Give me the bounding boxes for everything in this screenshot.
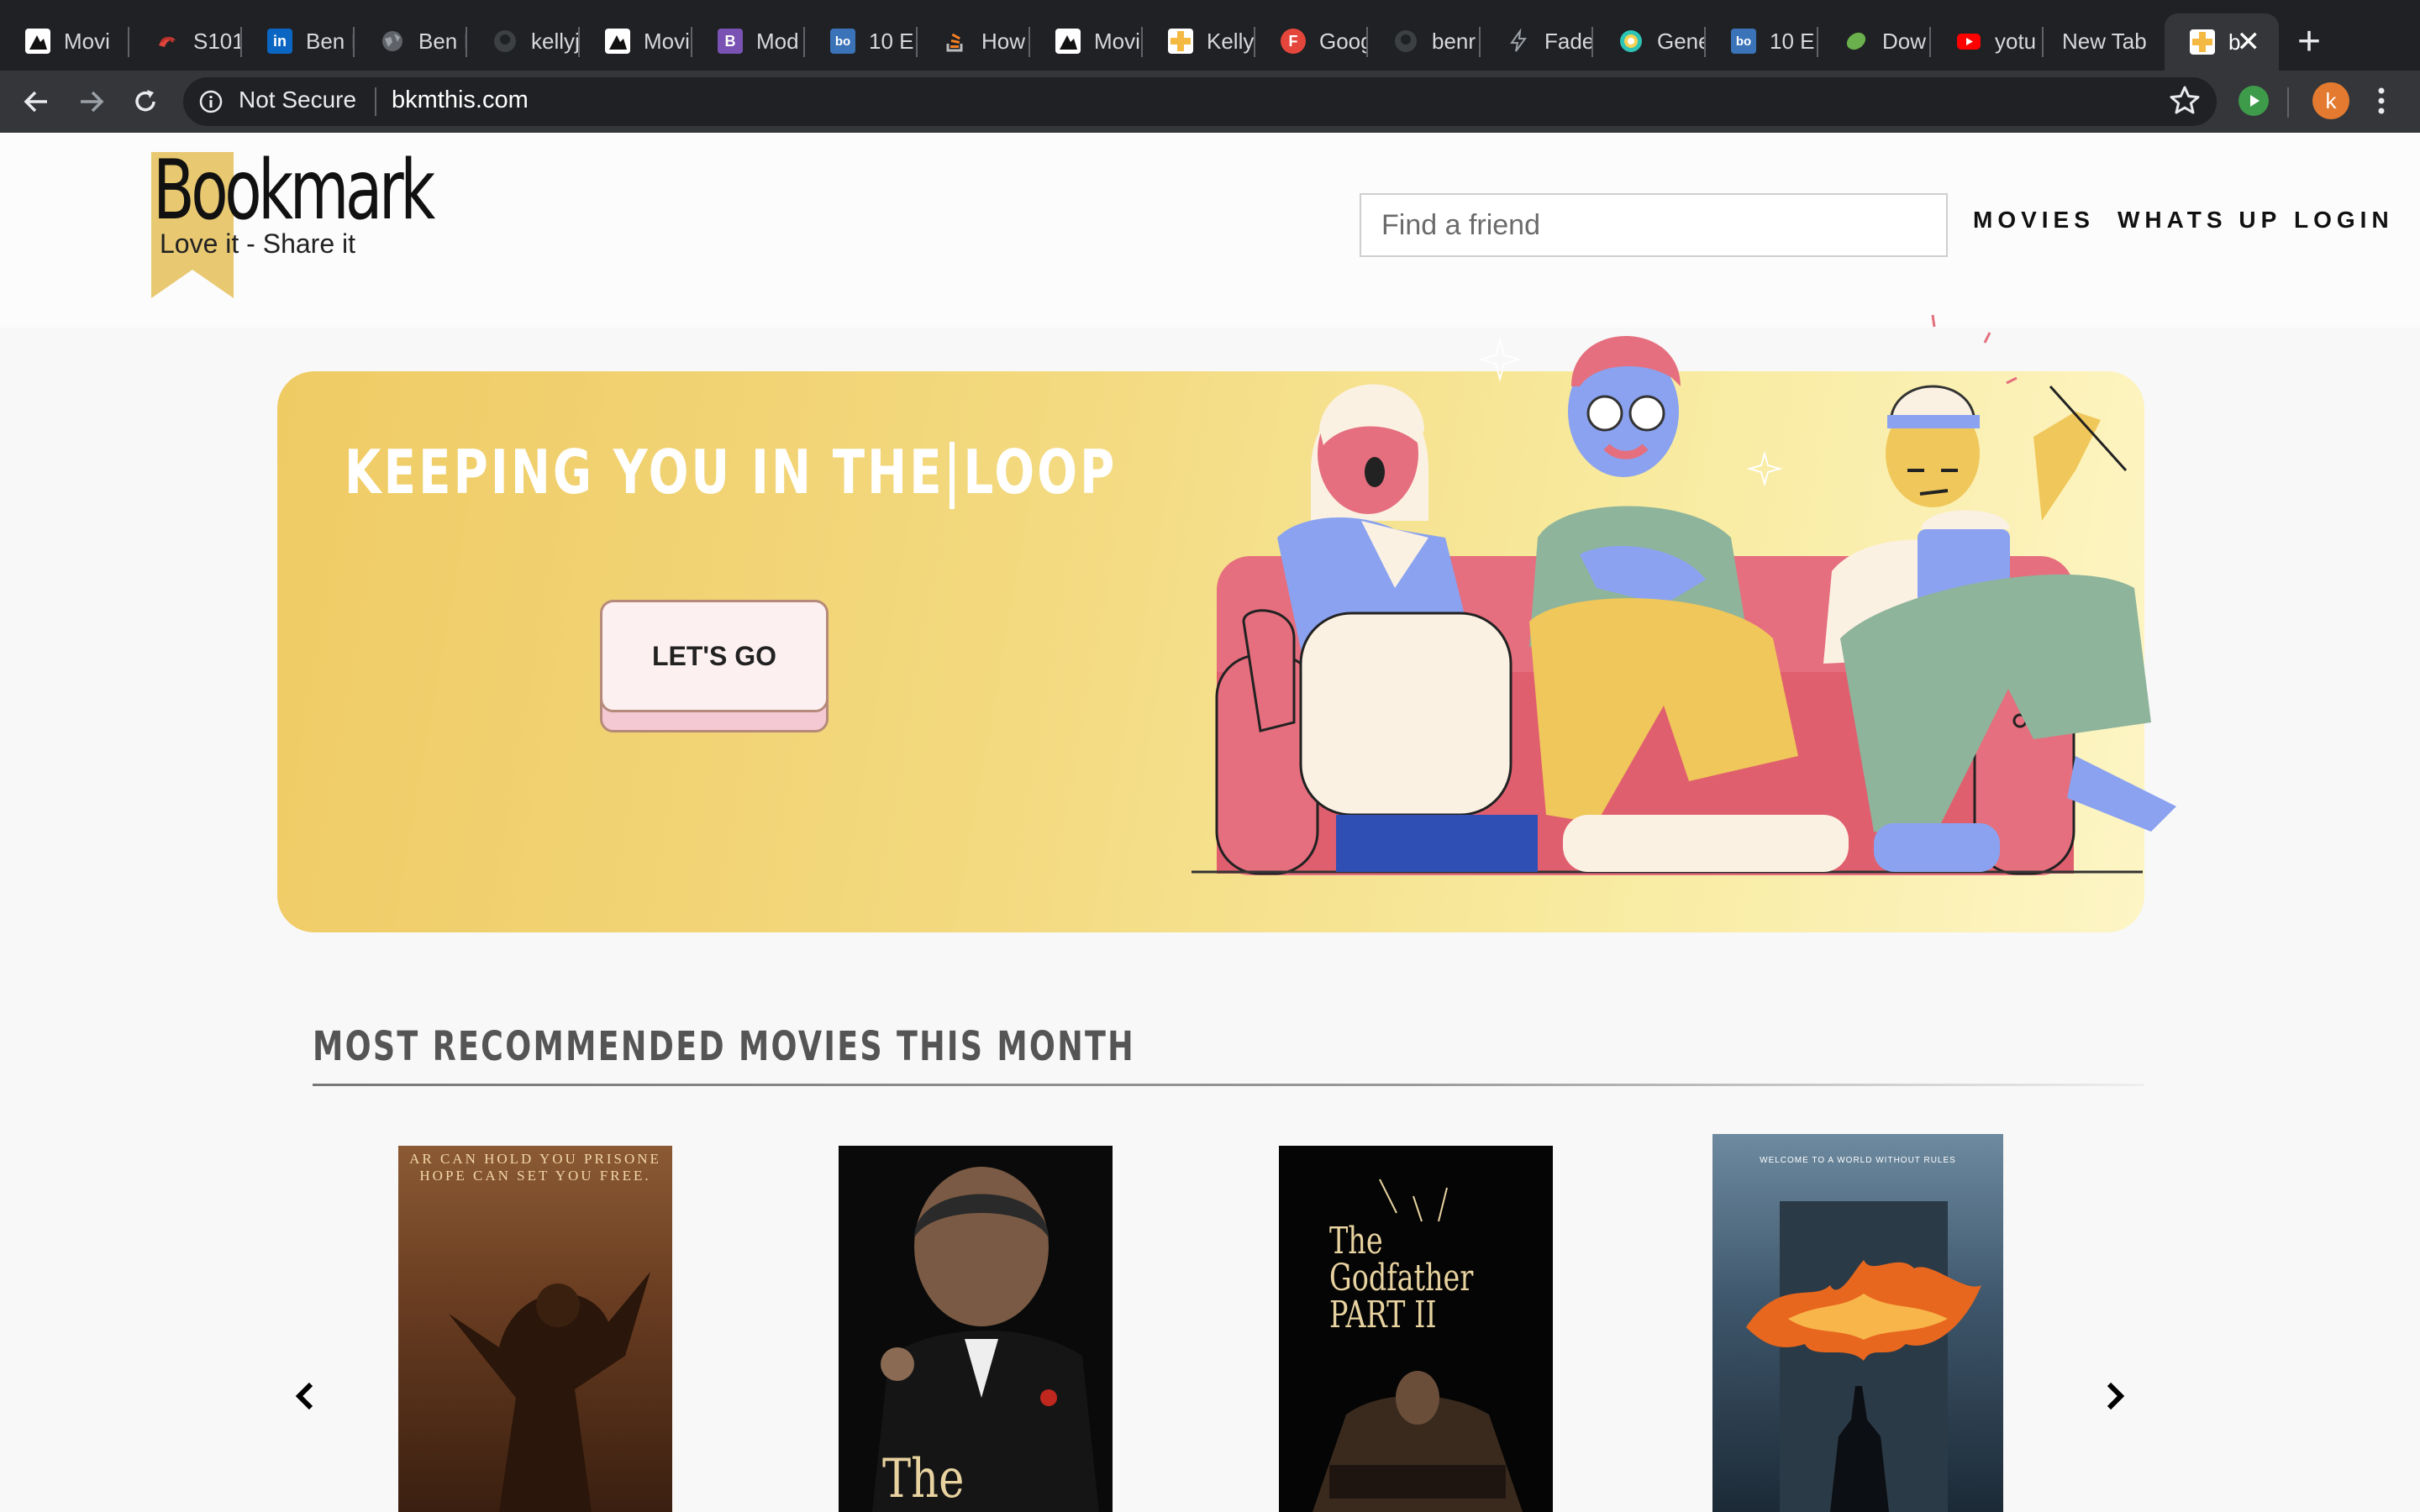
bootstrap-icon: B bbox=[718, 29, 743, 54]
browser-tab[interactable]: S101 bbox=[129, 15, 242, 67]
browser-tab[interactable]: Ben I bbox=[355, 15, 467, 67]
f-icon: F bbox=[1281, 29, 1306, 54]
find-friend-input[interactable] bbox=[1360, 193, 1948, 257]
carousel-prev-icon[interactable] bbox=[294, 1381, 314, 1411]
nav-login[interactable]: LOGIN bbox=[2294, 207, 2394, 234]
browser-tab[interactable]: Movi bbox=[0, 15, 129, 67]
poster-art bbox=[872, 1167, 1099, 1512]
browser-tab[interactable]: New Tab bbox=[2044, 15, 2165, 67]
typing-cursor bbox=[950, 442, 955, 509]
browser-tab[interactable]: Fade bbox=[1481, 15, 1593, 67]
browser-tab[interactable]: bo 10 E bbox=[805, 15, 918, 67]
movie-poster-godfather[interactable]: The bbox=[839, 1146, 1113, 1512]
new-tab-button[interactable]: + bbox=[2297, 18, 2321, 66]
bookmark-star-icon[interactable] bbox=[2168, 84, 2202, 118]
browser-tab[interactable]: yotu bbox=[1931, 15, 2044, 67]
tab-label: Movi bbox=[64, 28, 110, 54]
tab-label: How bbox=[981, 28, 1026, 54]
profile-avatar[interactable]: k bbox=[2312, 82, 2349, 119]
tab-label: 10 E bbox=[869, 28, 914, 54]
tab-label: Gene bbox=[1657, 28, 1706, 54]
poster-art bbox=[449, 1272, 650, 1512]
browser-tab[interactable]: Movi bbox=[580, 15, 692, 67]
stackoverflow-icon bbox=[943, 29, 968, 54]
info-icon[interactable] bbox=[198, 89, 224, 114]
tab-label: Ben I bbox=[418, 28, 467, 54]
tab-label: S101 bbox=[193, 28, 242, 54]
browser-tab[interactable]: Movi bbox=[1030, 15, 1143, 67]
film-icon bbox=[605, 29, 630, 54]
tab-label: New Tab bbox=[2062, 28, 2147, 54]
reload-icon bbox=[135, 90, 155, 112]
movie-poster-godfather-part-ii[interactable]: The Godfather PART II bbox=[1279, 1146, 1553, 1512]
github-icon bbox=[492, 29, 518, 54]
movie-poster-shawshank[interactable]: AR CAN HOLD YOU PRISONE HOPE CAN SET YOU… bbox=[398, 1146, 672, 1512]
address-divider bbox=[375, 87, 376, 116]
tab-label: 10 E bbox=[1770, 28, 1815, 54]
poster-art bbox=[1746, 1201, 1981, 1512]
movie-poster-dark-knight[interactable]: WELCOME TO A WORLD WITHOUT RULES bbox=[1712, 1134, 2003, 1512]
browser-tab-active[interactable]: b ✕ bbox=[2165, 13, 2279, 71]
logo-tagline: Love it - Share it bbox=[160, 228, 355, 259]
swirl-icon bbox=[155, 29, 180, 54]
tab-label: Mod bbox=[756, 28, 799, 54]
browser-tab[interactable]: F Goog bbox=[1255, 15, 1368, 67]
section-title: MOST RECOMMENDED MOVIES THIS MONTH bbox=[313, 1023, 1135, 1070]
poster-title: The bbox=[882, 1448, 965, 1510]
browser-tab[interactable]: How bbox=[918, 15, 1030, 67]
browser-tab[interactable]: Gene bbox=[1593, 15, 1706, 67]
browser-tab[interactable]: bo 10 E bbox=[1706, 15, 1818, 67]
github-icon bbox=[1393, 29, 1418, 54]
extension-icon[interactable] bbox=[2238, 86, 2269, 116]
reload-button[interactable] bbox=[126, 82, 165, 121]
browser-tab[interactable]: in Ben I bbox=[242, 15, 355, 67]
browser-tab[interactable]: benr bbox=[1368, 15, 1481, 67]
tab-label: Kelly bbox=[1207, 28, 1255, 54]
film-icon bbox=[1055, 29, 1081, 54]
browser-tab[interactable]: B Mod bbox=[692, 15, 805, 67]
logo-title[interactable]: Bookmark bbox=[153, 144, 435, 237]
hero-title: KEEPING YOU IN THE LOOP bbox=[345, 437, 1118, 507]
lets-go-button[interactable]: LET'S GO bbox=[600, 600, 829, 712]
tab-label: Dow bbox=[1882, 28, 1927, 54]
poster-art bbox=[1313, 1179, 1523, 1512]
circle-icon bbox=[1618, 29, 1644, 54]
cross-icon bbox=[2190, 29, 2215, 55]
tab-label: kellyj bbox=[531, 28, 580, 54]
carousel-next-icon[interactable] bbox=[2106, 1381, 2126, 1411]
tab-label: Fade bbox=[1544, 28, 1593, 54]
friends-on-couch-illustration bbox=[1192, 314, 2176, 875]
security-status[interactable]: Not Secure bbox=[239, 87, 356, 113]
toolbar-divider bbox=[2287, 87, 2289, 118]
back-button[interactable] bbox=[17, 82, 55, 121]
tab-label: Ben I bbox=[306, 28, 355, 54]
nav-whats-up[interactable]: WHATS UP bbox=[2118, 207, 2281, 234]
nav-movies[interactable]: MOVIES bbox=[1973, 207, 2095, 234]
forward-arrow-icon bbox=[81, 91, 104, 113]
tab-label: Movi bbox=[1094, 28, 1140, 54]
browser-tab[interactable]: Dow bbox=[1818, 15, 1931, 67]
globe-icon bbox=[380, 29, 405, 54]
url-text[interactable]: bkmthis.com bbox=[392, 87, 529, 114]
bo-icon: bo bbox=[830, 29, 855, 54]
browser-tab[interactable]: kellyj bbox=[467, 15, 580, 67]
tab-label: yotu bbox=[1995, 28, 2037, 54]
close-tab-icon[interactable]: ✕ bbox=[2237, 25, 2261, 59]
bolt-icon bbox=[1506, 29, 1531, 54]
bo-icon: bo bbox=[1731, 29, 1756, 54]
tab-label: Goog bbox=[1319, 28, 1368, 54]
linkedin-icon: in bbox=[267, 29, 292, 54]
section-divider bbox=[313, 1084, 2144, 1086]
leaf-icon bbox=[1844, 29, 1869, 54]
cross-icon bbox=[1168, 29, 1193, 54]
kebab-menu-icon[interactable] bbox=[2373, 84, 2390, 118]
tab-label: benr bbox=[1432, 28, 1476, 54]
back-arrow-icon bbox=[24, 91, 47, 113]
film-icon bbox=[25, 29, 50, 54]
tab-label: Movi bbox=[644, 28, 690, 54]
youtube-icon bbox=[1956, 29, 1981, 54]
browser-tab[interactable]: Kelly bbox=[1143, 15, 1255, 67]
forward-button[interactable] bbox=[72, 82, 111, 121]
